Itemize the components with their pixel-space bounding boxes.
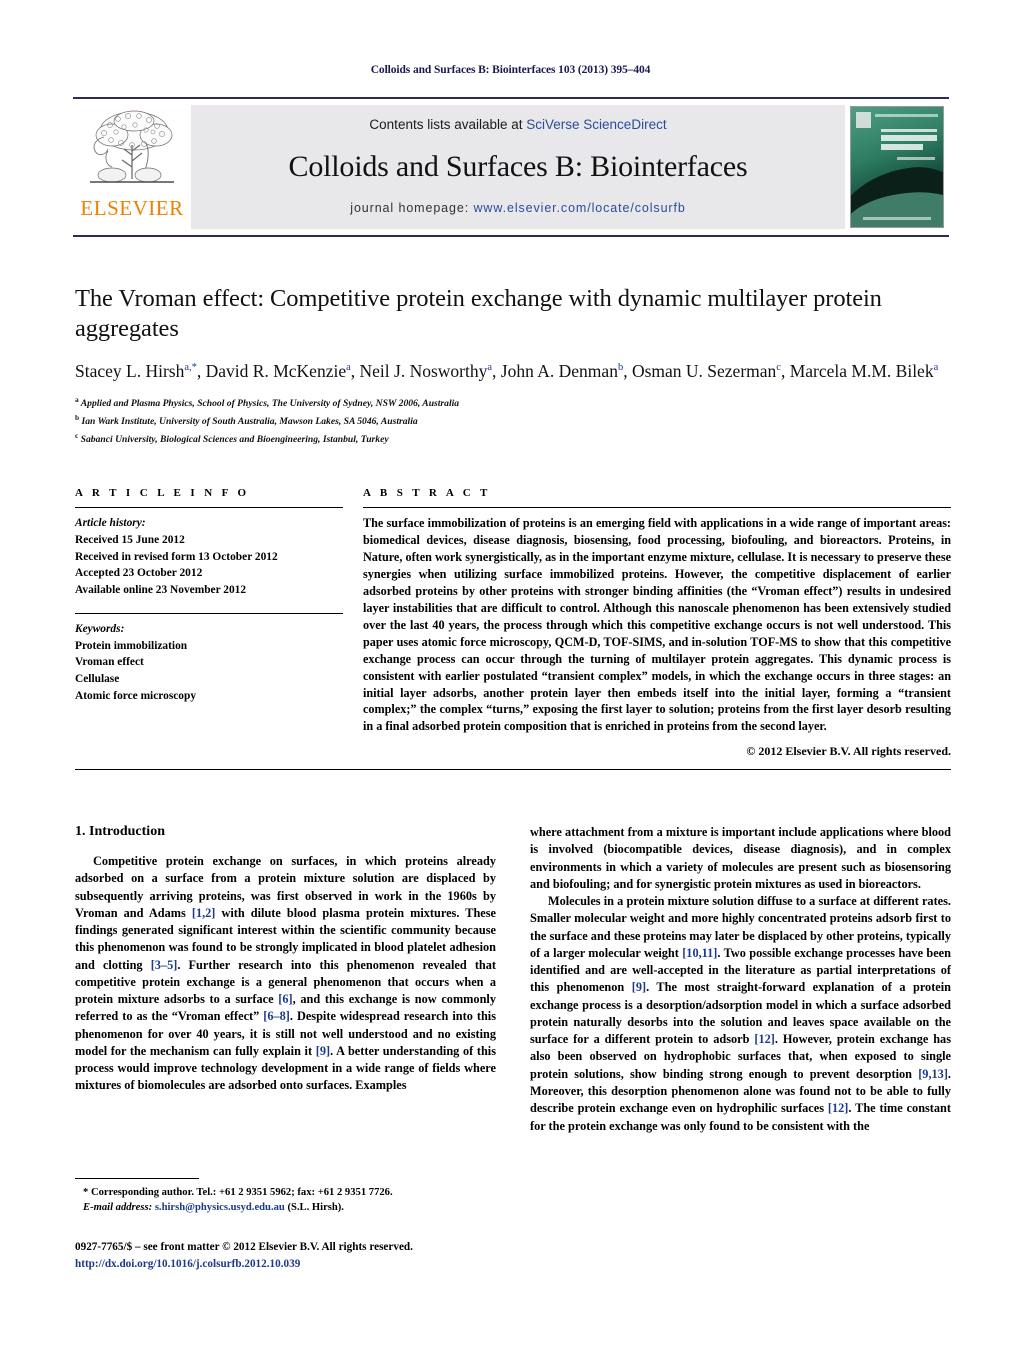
- footnote-email-line: E-mail address: s.hirsh@physics.usyd.edu…: [75, 1200, 496, 1215]
- author-name: Osman U. Sezerman: [631, 360, 777, 381]
- article-page: Colloids and Surfaces B: Biointerfaces 1…: [0, 0, 1021, 1351]
- cover-elsevier-mark-icon: [856, 112, 871, 128]
- cover-text-line-1: [881, 129, 937, 132]
- email-owner: (S.L. Hirsh).: [287, 1202, 344, 1214]
- article-history-item: Received in revised form 13 October 2012: [75, 550, 278, 563]
- journal-cover-thumbnail-wrap: [845, 99, 949, 235]
- affiliation-item: c Sabanci University, Biological Science…: [75, 430, 389, 445]
- corresponding-author-footnote: * Corresponding author. Tel.: +61 2 9351…: [75, 1178, 496, 1216]
- author-affiliation-mark: a,*: [184, 361, 197, 373]
- body-left-column: 1. Introduction Competitive protein exch…: [75, 824, 496, 1135]
- citation-reference[interactable]: [9]: [316, 1044, 330, 1058]
- sciencedirect-link[interactable]: SciVerse ScienceDirect: [526, 117, 666, 132]
- affiliation-item: a Applied and Plasma Physics, School of …: [75, 395, 460, 410]
- citation-reference[interactable]: [12]: [754, 1032, 775, 1046]
- intro-paragraph-left: Competitive protein exchange on surfaces…: [75, 854, 496, 1093]
- homepage-url-link[interactable]: www.elsevier.com/locate/colsurfb: [474, 201, 686, 215]
- homepage-prefix: journal homepage:: [350, 201, 474, 215]
- intro-paragraph-right-2: Molecules in a protein mixture solution …: [530, 894, 952, 1133]
- keyword-item: Atomic force microscopy: [75, 689, 197, 702]
- author-name: Marcela M.M. Bilek: [789, 360, 934, 381]
- email-label: E-mail address:: [83, 1202, 153, 1214]
- cover-top-rule: [875, 114, 938, 117]
- article-info-column: A R T I C L E I N F O Article history: R…: [75, 487, 343, 759]
- intro-paragraph-right-1: where attachment from a mixture is impor…: [530, 825, 951, 891]
- running-head: Colloids and Surfaces B: Biointerfaces 1…: [370, 64, 651, 76]
- keyword-item: Cellulase: [75, 673, 120, 686]
- contents-available-line: Contents lists available at SciVerse Sci…: [369, 117, 666, 132]
- article-history-item: Available online 23 November 2012: [75, 584, 247, 597]
- affiliation-mark: c: [75, 430, 79, 440]
- page-title: The Vroman effect: Competitive protein e…: [75, 285, 882, 342]
- journal-homepage-line: journal homepage: www.elsevier.com/locat…: [350, 201, 685, 215]
- author-name: Stacey L. Hirsh: [75, 360, 185, 381]
- keyword-item: Vroman effect: [75, 656, 144, 669]
- affiliation-list: a Applied and Plasma Physics, School of …: [75, 394, 951, 447]
- journal-masthead: ELSEVIER Contents lists available at Sci…: [73, 97, 949, 237]
- keywords-items: Protein immobilization Vroman effect Cellu…: [75, 638, 343, 705]
- citation-reference[interactable]: [12]: [828, 1101, 849, 1115]
- column-gap: [343, 487, 363, 759]
- email-link[interactable]: s.hirsh@physics.usyd.edu.au: [155, 1202, 285, 1213]
- info-abstract-band: A R T I C L E I N F O Article history: R…: [75, 487, 951, 771]
- citation-reference[interactable]: [9,13]: [918, 1067, 948, 1081]
- author-affiliation-mark: a: [933, 361, 939, 373]
- contents-prefix: Contents lists available at: [369, 117, 527, 132]
- abstract-copyright: © 2012 Elsevier B.V. All rights reserved…: [746, 744, 951, 759]
- abstract-rule: [363, 507, 951, 508]
- article-info-rule: [75, 507, 343, 508]
- affiliation-mark: a: [75, 395, 79, 405]
- body-right-column: where attachment from a mixture is impor…: [530, 824, 951, 1135]
- author-affiliation-mark: a: [346, 361, 351, 373]
- author-list: Stacey L. Hirsha,*, David R. McKenziea, …: [75, 360, 939, 381]
- citation-reference[interactable]: [6]: [278, 992, 292, 1006]
- issn-copyright-block: 0927-7765/$ – see front matter © 2012 El…: [75, 1239, 575, 1273]
- journal-cover-image: [850, 106, 944, 228]
- footnote-corresponding-line: * Corresponding author. Tel.: +61 2 9351…: [83, 1187, 393, 1198]
- author-affiliation-mark: c: [776, 361, 781, 373]
- section-heading-introduction: 1. Introduction: [75, 824, 165, 839]
- keywords-group: Keywords: Protein immobilization Vroman e…: [75, 621, 343, 705]
- article-history-item: Received 15 June 2012: [75, 533, 185, 546]
- elsevier-tree-icon: [90, 110, 174, 183]
- author-affiliation-mark: b: [617, 361, 624, 373]
- title-block: The Vroman effect: Competitive protein e…: [75, 284, 951, 447]
- citation-reference[interactable]: [3–5]: [151, 958, 178, 972]
- cover-text-line-3: [881, 144, 923, 150]
- author-name: David R. McKenzie: [205, 360, 347, 381]
- journal-title: Colloids and Surfaces B: Biointerfaces: [288, 149, 748, 183]
- article-history-items: Received 15 June 2012 Received in revised…: [75, 532, 343, 599]
- affiliation-mark: b: [75, 412, 80, 422]
- cover-text-line-4: [897, 157, 935, 160]
- article-history-item: Accepted 23 October 2012: [75, 567, 203, 580]
- abstract-heading: A B S T R A C T: [363, 487, 491, 499]
- issn-line: 0927-7765/$ – see front matter © 2012 El…: [75, 1241, 413, 1253]
- keyword-item: Protein immobilization: [75, 639, 188, 652]
- abstract-column: A B S T R A C T The surface immobilizati…: [363, 487, 951, 759]
- doi-link[interactable]: http://dx.doi.org/10.1016/j.colsurfb.201…: [75, 1256, 575, 1273]
- keywords-label: Keywords:: [75, 622, 125, 635]
- author-name: John A. Denman: [500, 360, 618, 381]
- masthead-center-panel: Contents lists available at SciVerse Sci…: [191, 105, 845, 229]
- author-name: Neil J. Nosworthy: [359, 360, 488, 381]
- cover-text-line-2: [881, 135, 937, 141]
- article-history-group: Article history: Received 15 June 2012 Re…: [75, 515, 343, 599]
- abstract-text: The surface immobilization of proteins i…: [363, 516, 951, 734]
- citation-reference[interactable]: [9]: [632, 980, 646, 994]
- elsevier-logo: ELSEVIER: [73, 99, 191, 235]
- elsevier-wordmark: ELSEVIER: [80, 196, 184, 220]
- keywords-rule: [75, 612, 343, 614]
- article-history-label: Article history:: [75, 517, 146, 529]
- cover-bottom-rule: [863, 217, 931, 220]
- citation-reference[interactable]: [1,2]: [192, 906, 216, 920]
- author-affiliation-mark: a: [487, 361, 493, 373]
- article-info-heading: A R T I C L E I N F O: [75, 487, 250, 499]
- body-columns: 1. Introduction Competitive protein exch…: [75, 824, 951, 1135]
- citation-reference[interactable]: [10,11]: [682, 946, 717, 960]
- citation-reference[interactable]: [6–8]: [263, 1009, 290, 1023]
- footnote-rule: [75, 1178, 199, 1179]
- affiliation-item: b Ian Wark Institute, University of Sout…: [75, 412, 418, 428]
